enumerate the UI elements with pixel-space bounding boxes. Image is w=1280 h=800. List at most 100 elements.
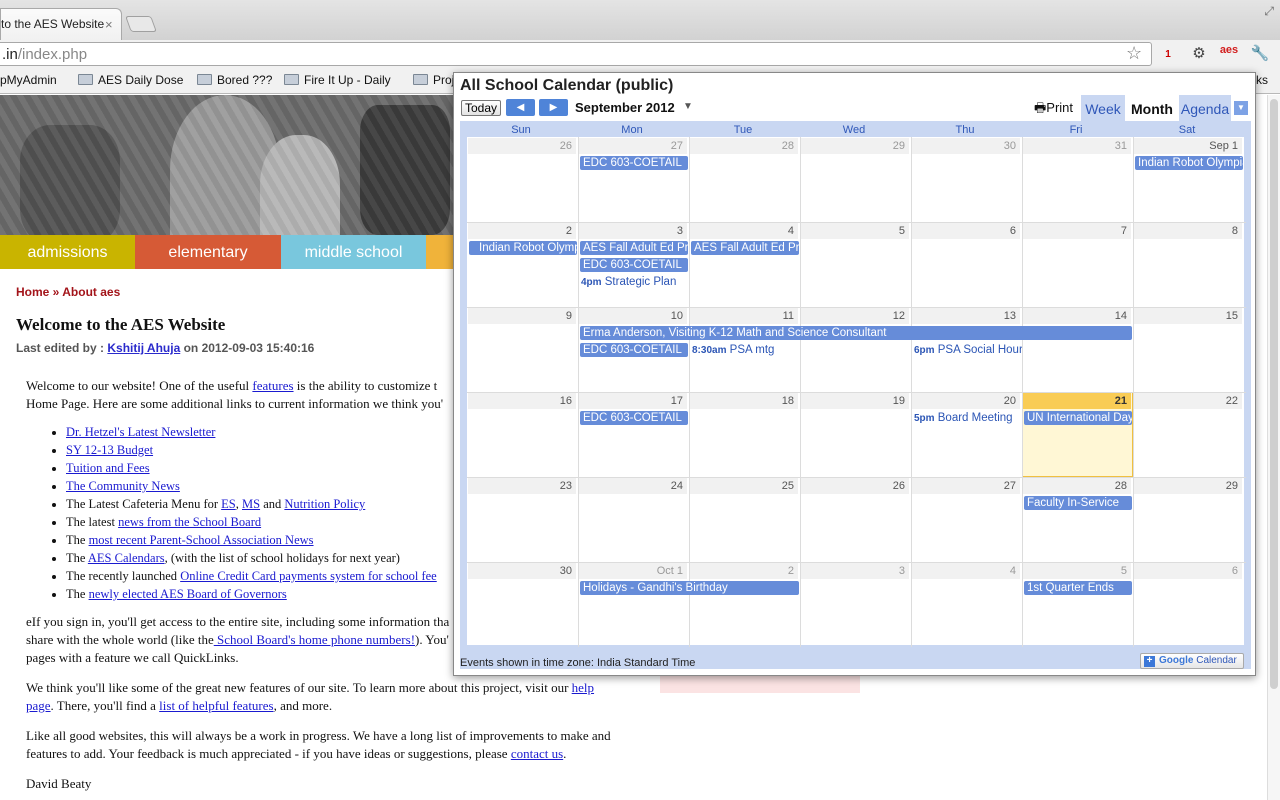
day-cell[interactable]: 10 [579,308,687,324]
es-menu-link[interactable]: ES [221,497,236,511]
calendar-event[interactable]: UN International Day of Peace [1024,411,1132,425]
newsletter-link[interactable]: Dr. Hetzel's Latest Newsletter [66,425,215,439]
bookmark-star-icon[interactable]: ☆ [1126,43,1142,64]
nav-admissions[interactable]: admissions [0,235,135,269]
day-cell[interactable]: 4 [912,563,1020,579]
day-cell[interactable]: 30 [912,138,1020,154]
help-link[interactable]: help [572,680,594,695]
day-cell[interactable]: 19 [801,393,909,409]
day-cell[interactable]: 29 [801,138,909,154]
calendar-event-multiday[interactable]: Erma Anderson, Visiting K-12 Math and Sc… [580,326,1132,340]
breadcrumb-home[interactable]: Home [16,285,49,299]
day-cell[interactable]: 27 [912,478,1020,494]
day-cell[interactable]: 8 [1134,223,1242,239]
aes-calendars-link[interactable]: AES Calendars [88,551,165,565]
day-cell[interactable]: 23 [468,478,576,494]
print-button[interactable]: 🖶Print [1034,99,1073,121]
helpful-features-link[interactable]: list of helpful features [159,698,273,713]
day-cell[interactable]: 16 [468,393,576,409]
page-scrollbar[interactable] [1267,95,1280,800]
nutrition-policy-link[interactable]: Nutrition Policy [284,497,365,511]
bookmark-fire-it-up[interactable]: Fire It Up - Daily [284,73,391,87]
day-cell[interactable]: Oct 1 [579,563,687,579]
day-cell[interactable]: 13 [912,308,1020,324]
board-of-governors-link[interactable]: newly elected AES Board of Governors [89,587,287,601]
day-cell[interactable]: 25 [690,478,798,494]
day-cell[interactable]: 31 [1023,138,1131,154]
day-cell[interactable]: 26 [801,478,909,494]
day-cell[interactable]: Sep 1 [1134,138,1242,154]
day-cell[interactable]: 5 [1023,563,1131,579]
day-cell[interactable]: 6 [1134,563,1242,579]
new-tab-button[interactable] [125,16,157,32]
bookmark-bored[interactable]: Bored ??? [197,73,272,87]
close-tab-icon[interactable]: × [105,17,113,32]
day-cell[interactable]: 14 [1023,308,1131,324]
day-cell[interactable]: 15 [1134,308,1242,324]
calendar-event[interactable]: EDC 603-COETAIL [580,258,688,272]
contact-us-link[interactable]: contact us [511,746,563,761]
community-news-link[interactable]: The Community News [66,479,180,493]
bookmark-phpmyadmin[interactable]: pMyAdmin [0,73,57,87]
day-cell[interactable]: 27 [579,138,687,154]
day-cell-today[interactable]: 21 [1023,393,1131,409]
prev-month-button[interactable]: ◀ [506,99,535,116]
calendar-event-multiday[interactable]: Holidays - Gandhi's Birthday [580,581,799,595]
day-cell[interactable]: 2 [690,563,798,579]
calendar-event[interactable]: 1st Quarter Ends [1024,581,1132,595]
board-phone-link[interactable]: School Board's home phone numbers! [214,632,415,647]
calendar-event[interactable]: 4pm Strategic Plan [581,275,689,289]
calendar-event[interactable]: Indian Robot Olympiad [1135,156,1243,170]
day-cell[interactable]: 18 [690,393,798,409]
next-month-button[interactable]: ▶ [539,99,568,116]
day-cell[interactable]: 29 [1134,478,1242,494]
calendar-event[interactable]: EDC 603-COETAIL [580,156,688,170]
editor-link[interactable]: Kshitij Ahuja [107,341,180,355]
school-board-news-link[interactable]: news from the School Board [118,515,261,529]
help-page-link[interactable]: page [26,698,51,713]
fullscreen-icon[interactable]: ⤢ [1264,4,1274,19]
calendar-event[interactable]: 5pm Board Meeting [914,411,1022,425]
psa-news-link[interactable]: most recent Parent-School Association Ne… [89,533,314,547]
calendar-event[interactable]: AES Fall Adult Ed Program [691,241,799,255]
day-cell[interactable]: 20 [912,393,1020,409]
nav-elementary[interactable]: elementary [135,235,281,269]
ms-menu-link[interactable]: MS [242,497,260,511]
calendar-event[interactable]: 8:30am PSA mtg [692,343,800,357]
day-cell[interactable]: 5 [801,223,909,239]
day-cell[interactable]: 28 [1023,478,1131,494]
view-dropdown-icon[interactable]: ▼ [1234,101,1248,115]
address-bar[interactable]: .in/index.php [0,42,1152,66]
browser-tab[interactable]: to the AES Website × [0,8,122,40]
scrollbar-thumb[interactable] [1270,99,1278,689]
bookmark-other[interactable]: ks [1256,73,1268,87]
nav-middle-school[interactable]: middle school [281,235,426,269]
calendar-event[interactable]: Indian Robot Olympiad [469,241,577,255]
day-cell[interactable]: 3 [801,563,909,579]
tuition-link[interactable]: Tuition and Fees [66,461,150,475]
day-cell[interactable]: 17 [579,393,687,409]
day-cell[interactable]: 12 [801,308,909,324]
google-calendar-button[interactable]: + Google Calendar [1140,653,1244,669]
day-cell[interactable]: 6 [912,223,1020,239]
tab-agenda[interactable]: Agenda [1179,95,1231,121]
day-cell[interactable]: 24 [579,478,687,494]
bookmark-aes-daily-dose[interactable]: AES Daily Dose [78,73,183,87]
day-cell[interactable]: 9 [468,308,576,324]
month-dropdown-icon[interactable]: ▼ [683,101,693,112]
features-link[interactable]: features [252,378,293,393]
day-cell[interactable]: 2 [468,223,576,239]
calendar-event[interactable]: EDC 603-COETAIL [580,343,688,357]
extension-badge-icon[interactable]: 1 [1158,44,1178,64]
calendar-event[interactable]: 6pm PSA Social Hour [914,343,1022,357]
day-cell[interactable]: 11 [690,308,798,324]
today-button[interactable]: Today [461,100,501,116]
wrench-icon[interactable]: 🔧 [1250,44,1270,64]
calendar-event[interactable]: EDC 603-COETAIL [580,411,688,425]
bookmark-proj[interactable]: Proj [413,73,454,87]
tab-month[interactable]: Month [1127,95,1177,121]
day-cell[interactable]: 30 [468,563,576,579]
day-cell[interactable]: 7 [1023,223,1131,239]
breadcrumb-current[interactable]: About aes [62,285,120,299]
day-cell[interactable]: 22 [1134,393,1242,409]
